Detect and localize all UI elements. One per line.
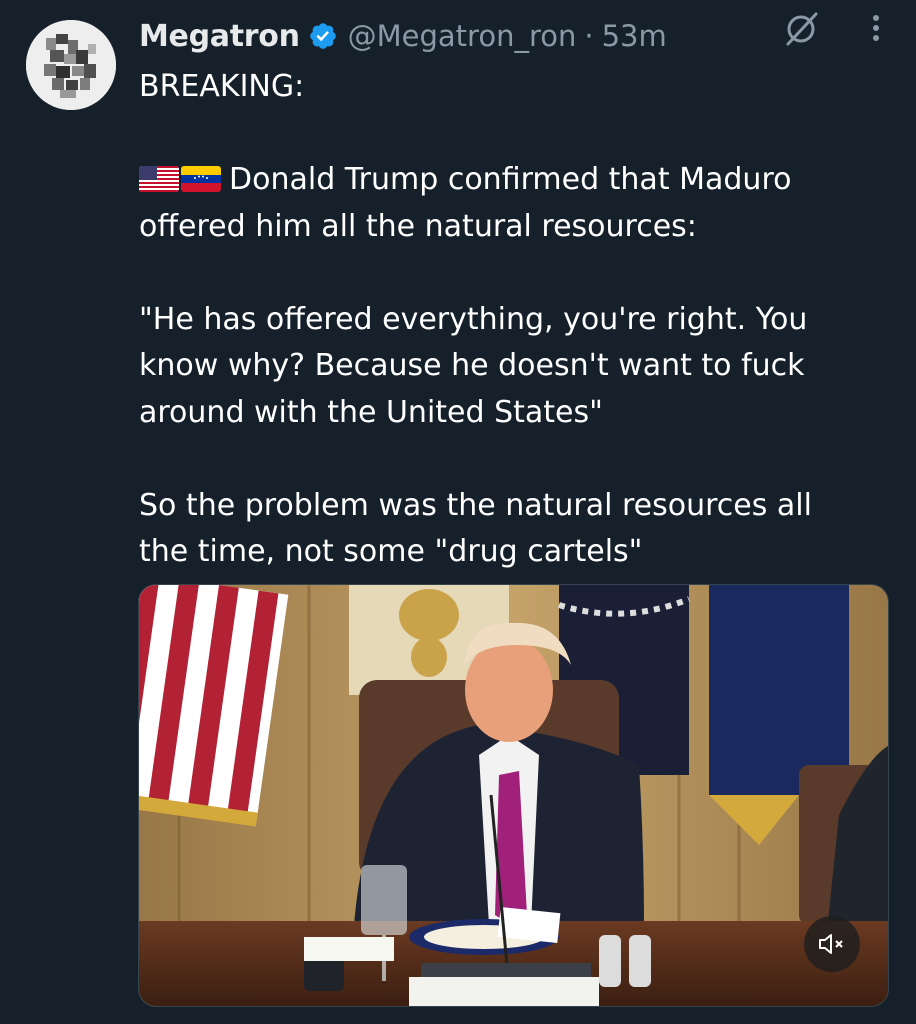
- timestamp[interactable]: 53m: [602, 19, 667, 53]
- mute-button[interactable]: [804, 916, 860, 972]
- display-name[interactable]: Megatron: [139, 19, 300, 54]
- tweet-line: the time, not some "drug cartels": [139, 534, 643, 569]
- video-frame: [139, 585, 888, 1006]
- avatar[interactable]: [26, 20, 116, 110]
- tweet-line: So the problem was the natural resources…: [139, 487, 812, 523]
- user-handle[interactable]: @Megatron_ron: [348, 19, 577, 53]
- tweet-line: offered him all the natural resources:: [139, 208, 697, 244]
- more-options-icon[interactable]: [866, 10, 886, 46]
- tweet-text: BREAKING: Donald Trump confirmed that Ma…: [139, 64, 879, 576]
- tweet-line: know why? Because he doesn't want to fuc…: [139, 348, 805, 383]
- tweet-line-text: Donald Trump confirmed that Maduro: [229, 162, 792, 197]
- tweet-line: "He has offered everything, you're right…: [139, 301, 808, 337]
- tweet-line: Donald Trump confirmed that Maduro: [139, 157, 879, 204]
- tweet[interactable]: Megatron @Megatron_ron · 53m BREAKING: D…: [0, 0, 916, 1024]
- separator-dot: ·: [584, 19, 594, 53]
- tweet-line: BREAKING:: [139, 69, 305, 104]
- verified-badge-icon: [309, 23, 336, 49]
- grok-icon[interactable]: [782, 8, 822, 48]
- tweet-line: around with the United States": [139, 394, 603, 430]
- venezuela-flag-icon: [181, 166, 221, 192]
- video-player[interactable]: [138, 584, 889, 1007]
- mute-icon: [819, 934, 843, 954]
- us-flag-icon: [139, 166, 179, 192]
- avatar-image: [26, 20, 116, 110]
